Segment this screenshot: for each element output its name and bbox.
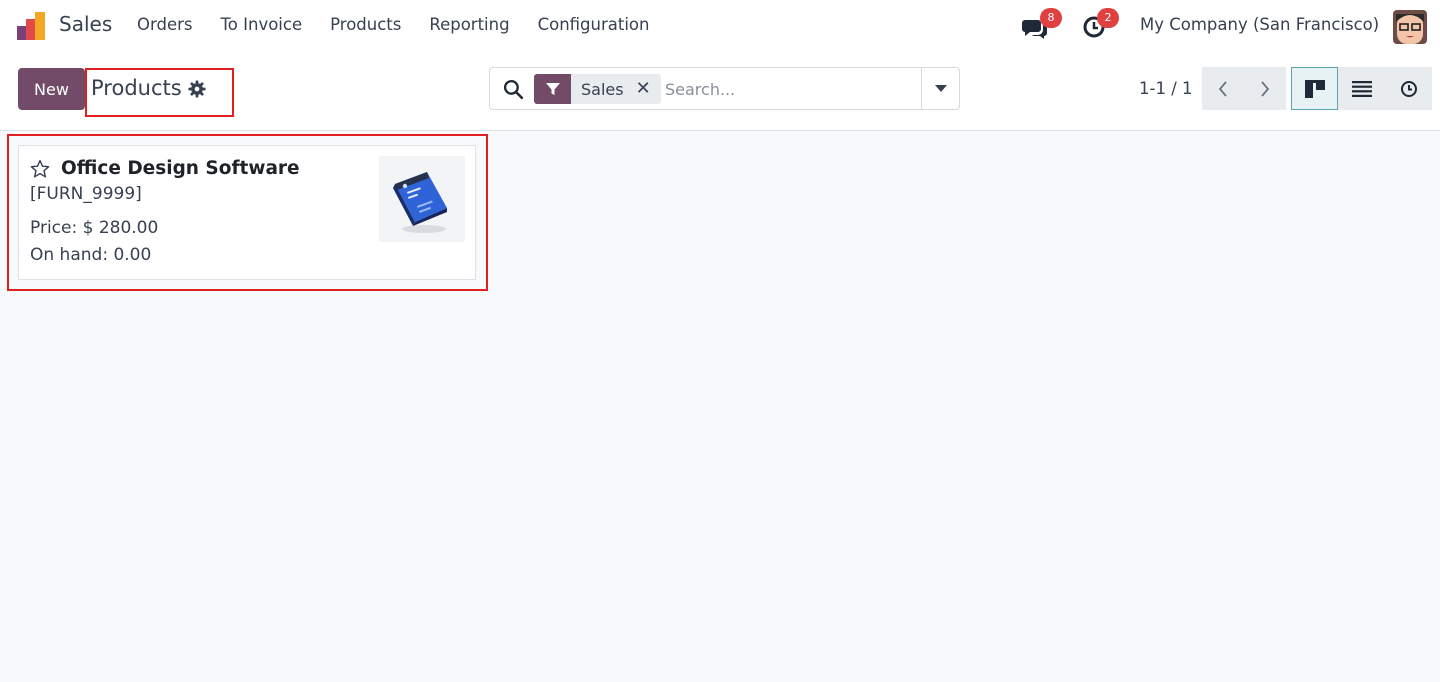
close-icon[interactable]: ✕ bbox=[636, 80, 651, 98]
search-options-toggle[interactable] bbox=[921, 68, 959, 109]
product-card[interactable]: Office Design Software [FURN_9999] Price… bbox=[18, 145, 476, 280]
menu-reporting[interactable]: Reporting bbox=[429, 15, 509, 34]
app-name[interactable]: Sales bbox=[59, 12, 112, 36]
activities-count-badge: 2 bbox=[1097, 8, 1119, 28]
search-facet: Sales ✕ bbox=[534, 74, 661, 104]
menu-configuration[interactable]: Configuration bbox=[538, 15, 650, 34]
avatar-image bbox=[1393, 10, 1427, 44]
breadcrumb-highlight-box bbox=[85, 68, 234, 117]
facet-label: Sales bbox=[581, 79, 624, 99]
kanban-icon bbox=[1304, 79, 1325, 98]
company-switcher[interactable]: My Company (San Francisco) bbox=[1140, 15, 1379, 34]
search-icon[interactable] bbox=[503, 79, 524, 100]
sales-app-icon[interactable] bbox=[16, 10, 48, 42]
new-button[interactable]: New bbox=[18, 68, 85, 110]
messages-count-badge: 8 bbox=[1040, 8, 1062, 28]
list-icon bbox=[1351, 80, 1372, 97]
kanban-view-button[interactable] bbox=[1291, 67, 1338, 110]
activities-button[interactable]: 2 bbox=[1081, 8, 1119, 40]
filter-icon bbox=[534, 74, 571, 104]
product-price: Price: $ 280.00 bbox=[30, 218, 159, 238]
menu-products[interactable]: Products bbox=[330, 15, 401, 34]
pager-next-button[interactable] bbox=[1244, 67, 1286, 110]
menu-orders[interactable]: Orders bbox=[137, 15, 193, 34]
messages-button[interactable]: 8 bbox=[1021, 8, 1062, 40]
software-box-image bbox=[393, 172, 447, 233]
clock-icon bbox=[1400, 80, 1417, 97]
product-reference: [FURN_9999] bbox=[30, 184, 142, 204]
pager-value[interactable]: 1-1 / 1 bbox=[1139, 79, 1193, 98]
search-bar: Sales ✕ bbox=[489, 67, 960, 110]
caret-down-icon bbox=[934, 84, 947, 92]
product-name: Office Design Software bbox=[61, 158, 300, 179]
product-image bbox=[379, 156, 465, 242]
menu-to-invoice[interactable]: To Invoice bbox=[221, 15, 303, 34]
list-view-button[interactable] bbox=[1338, 67, 1385, 110]
search-input[interactable] bbox=[665, 76, 915, 102]
user-avatar[interactable] bbox=[1393, 10, 1427, 44]
product-on-hand: On hand: 0.00 bbox=[30, 245, 152, 265]
chevron-right-icon bbox=[1261, 80, 1270, 97]
pager-previous-button[interactable] bbox=[1202, 67, 1244, 110]
control-panel: New Products Sales ✕ Search... 1-1 / 1 bbox=[0, 52, 1440, 131]
activity-view-button[interactable] bbox=[1385, 67, 1432, 110]
main-menu: Orders To Invoice Products Reporting Con… bbox=[137, 15, 649, 34]
top-navbar: Sales Orders To Invoice Products Reporti… bbox=[0, 0, 1440, 52]
chevron-left-icon bbox=[1218, 80, 1227, 97]
star-icon[interactable] bbox=[30, 159, 50, 179]
